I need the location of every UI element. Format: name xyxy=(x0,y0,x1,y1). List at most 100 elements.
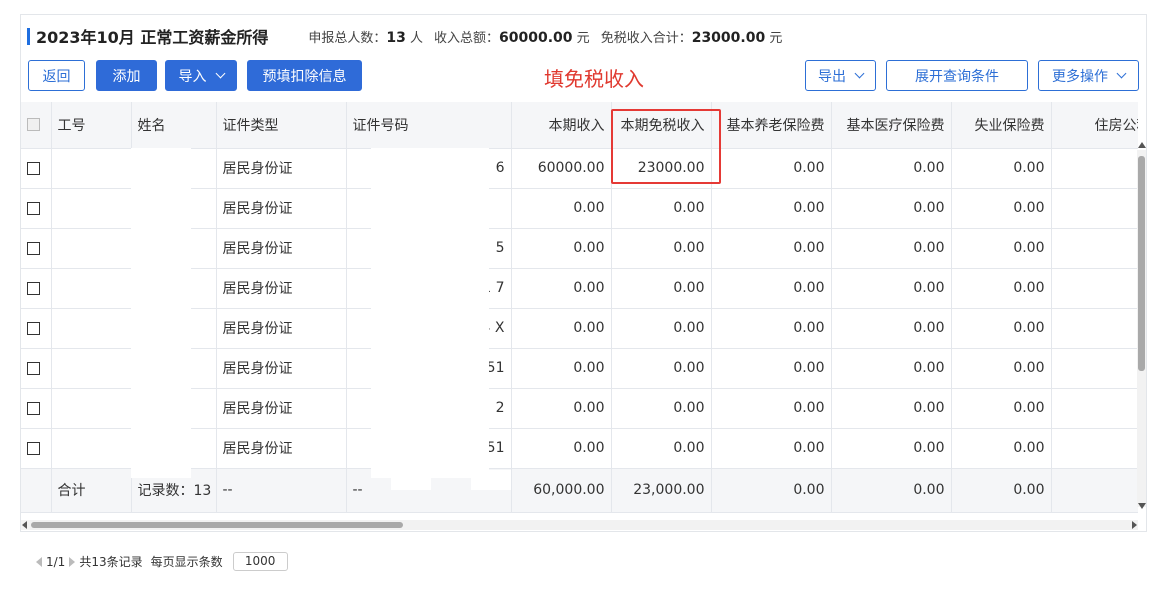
vertical-scrollbar[interactable] xyxy=(1137,142,1146,509)
pension-cell[interactable]: 0.00 xyxy=(711,428,832,469)
income-cell[interactable]: 0.00 xyxy=(511,188,612,229)
employee-id-cell xyxy=(51,308,132,349)
scroll-right-icon[interactable] xyxy=(1132,521,1137,529)
scroll-down-icon[interactable] xyxy=(1138,503,1146,509)
income-cell[interactable]: 0.00 xyxy=(511,268,612,309)
employee-id-cell xyxy=(51,148,132,189)
pension-cell[interactable]: 0.00 xyxy=(711,188,832,229)
id-type-cell: 居民身份证 xyxy=(216,188,347,229)
horizontal-scrollbar[interactable] xyxy=(21,520,1138,530)
unemployment-cell[interactable]: 0.00 xyxy=(951,228,1052,269)
medical-cell[interactable]: 0.00 xyxy=(831,148,952,189)
income-cell[interactable]: 60000.00 xyxy=(511,148,612,189)
row-checkbox[interactable] xyxy=(27,321,40,335)
annotation-text: 填免税收入 xyxy=(544,67,644,91)
col-header-pension: 基本养老保险费 xyxy=(711,102,832,149)
tax-free-income-cell[interactable]: 0.00 xyxy=(611,268,712,309)
employee-id-cell xyxy=(51,428,132,469)
medical-cell[interactable]: 0.00 xyxy=(831,268,952,309)
income-cell[interactable]: 0.00 xyxy=(511,388,612,429)
select-all-checkbox[interactable] xyxy=(27,118,40,132)
pension-cell[interactable]: 0.00 xyxy=(711,388,832,429)
id-type-cell: 居民身份证 xyxy=(216,348,347,389)
next-page-icon[interactable] xyxy=(69,556,76,567)
housing-fund-cell[interactable]: 0.0 xyxy=(1051,148,1138,189)
chevron-down-icon xyxy=(215,68,225,78)
scroll-left-icon[interactable] xyxy=(22,521,27,529)
medical-cell[interactable]: 0.00 xyxy=(831,188,952,229)
row-checkbox[interactable] xyxy=(27,241,40,255)
col-header-unemployment: 失业保险费 xyxy=(951,102,1052,149)
housing-fund-cell[interactable]: 0.0 xyxy=(1051,188,1138,229)
expand-query-button[interactable]: 展开查询条件 xyxy=(886,60,1028,91)
housing-fund-cell[interactable]: 0.0 xyxy=(1051,228,1138,269)
housing-fund-cell[interactable]: 0.0 xyxy=(1051,268,1138,309)
housing-fund-cell[interactable]: 0.0 xyxy=(1051,348,1138,389)
income-cell[interactable]: 0.00 xyxy=(511,228,612,269)
import-dropdown[interactable]: 导入 xyxy=(165,60,237,91)
row-select-cell[interactable] xyxy=(21,308,52,349)
col-header-id-number: 证件号码 xyxy=(346,102,512,149)
row-select-cell[interactable] xyxy=(21,148,52,189)
medical-cell[interactable]: 0.00 xyxy=(831,428,952,469)
stat-tax-free-total: 免税收入合计：23000.00 元 xyxy=(600,29,783,46)
pension-cell[interactable]: 0.00 xyxy=(711,348,832,389)
row-checkbox[interactable] xyxy=(27,281,40,295)
export-dropdown[interactable]: 导出 xyxy=(805,60,876,91)
summary-tax-free-income-cell: 23,000.00 xyxy=(611,468,712,513)
row-checkbox[interactable] xyxy=(27,441,40,455)
summary-housing-fund-cell: 0.0 xyxy=(1051,468,1138,513)
row-select-cell[interactable] xyxy=(21,428,52,469)
row-checkbox[interactable] xyxy=(27,401,40,415)
unemployment-cell[interactable]: 0.00 xyxy=(951,308,1052,349)
page-size-input[interactable]: 1000 xyxy=(232,552,288,571)
horizontal-scroll-thumb[interactable] xyxy=(31,522,403,528)
housing-fund-cell[interactable]: 0.0 xyxy=(1051,428,1138,469)
pension-cell[interactable]: 0.00 xyxy=(711,148,832,189)
more-actions-dropdown[interactable]: 更多操作 xyxy=(1038,60,1139,91)
vertical-scroll-thumb[interactable] xyxy=(1138,156,1145,371)
select-all-cell[interactable] xyxy=(21,102,52,149)
row-select-cell[interactable] xyxy=(21,388,52,429)
pension-cell[interactable]: 0.00 xyxy=(711,268,832,309)
row-checkbox[interactable] xyxy=(27,361,40,375)
prev-page-icon[interactable] xyxy=(36,556,42,567)
col-header-name: 姓名 xyxy=(131,102,217,149)
medical-cell[interactable]: 0.00 xyxy=(831,228,952,269)
add-button[interactable]: 添加 xyxy=(96,60,157,91)
unemployment-cell[interactable]: 0.00 xyxy=(951,428,1052,469)
total-records: 共13条记录 xyxy=(79,555,143,569)
income-cell[interactable]: 0.00 xyxy=(511,428,612,469)
row-select-cell[interactable] xyxy=(21,268,52,309)
pension-cell[interactable]: 0.00 xyxy=(711,228,832,269)
unemployment-cell[interactable]: 0.00 xyxy=(951,348,1052,389)
scroll-up-icon[interactable] xyxy=(1138,142,1146,148)
medical-cell[interactable]: 0.00 xyxy=(831,388,952,429)
medical-cell[interactable]: 0.00 xyxy=(831,308,952,349)
tax-free-income-cell[interactable]: 0.00 xyxy=(611,308,712,349)
tax-free-income-cell[interactable]: 0.00 xyxy=(611,188,712,229)
unemployment-cell[interactable]: 0.00 xyxy=(951,268,1052,309)
row-select-cell[interactable] xyxy=(21,188,52,229)
tax-free-income-cell[interactable]: 0.00 xyxy=(611,348,712,389)
row-checkbox[interactable] xyxy=(27,201,40,215)
tax-free-income-cell[interactable]: 0.00 xyxy=(611,388,712,429)
pension-cell[interactable]: 0.00 xyxy=(711,308,832,349)
tax-free-income-cell[interactable]: 0.00 xyxy=(611,228,712,269)
housing-fund-cell[interactable]: 0.0 xyxy=(1051,308,1138,349)
tax-free-income-cell[interactable]: 0.00 xyxy=(611,428,712,469)
income-cell[interactable]: 0.00 xyxy=(511,308,612,349)
unemployment-cell[interactable]: 0.00 xyxy=(951,148,1052,189)
prefill-deduction-button[interactable]: 预填扣除信息 xyxy=(247,60,362,91)
row-checkbox[interactable] xyxy=(27,161,40,175)
medical-cell[interactable]: 0.00 xyxy=(831,348,952,389)
row-select-cell[interactable] xyxy=(21,348,52,389)
title-accent-bar xyxy=(27,27,30,45)
unemployment-cell[interactable]: 0.00 xyxy=(951,188,1052,229)
tax-free-income-cell[interactable]: 23000.00 xyxy=(611,148,712,189)
income-cell[interactable]: 0.00 xyxy=(511,348,612,389)
unemployment-cell[interactable]: 0.00 xyxy=(951,388,1052,429)
back-button[interactable]: 返回 xyxy=(28,60,85,91)
row-select-cell[interactable] xyxy=(21,228,52,269)
housing-fund-cell[interactable]: 0.0 xyxy=(1051,388,1138,429)
